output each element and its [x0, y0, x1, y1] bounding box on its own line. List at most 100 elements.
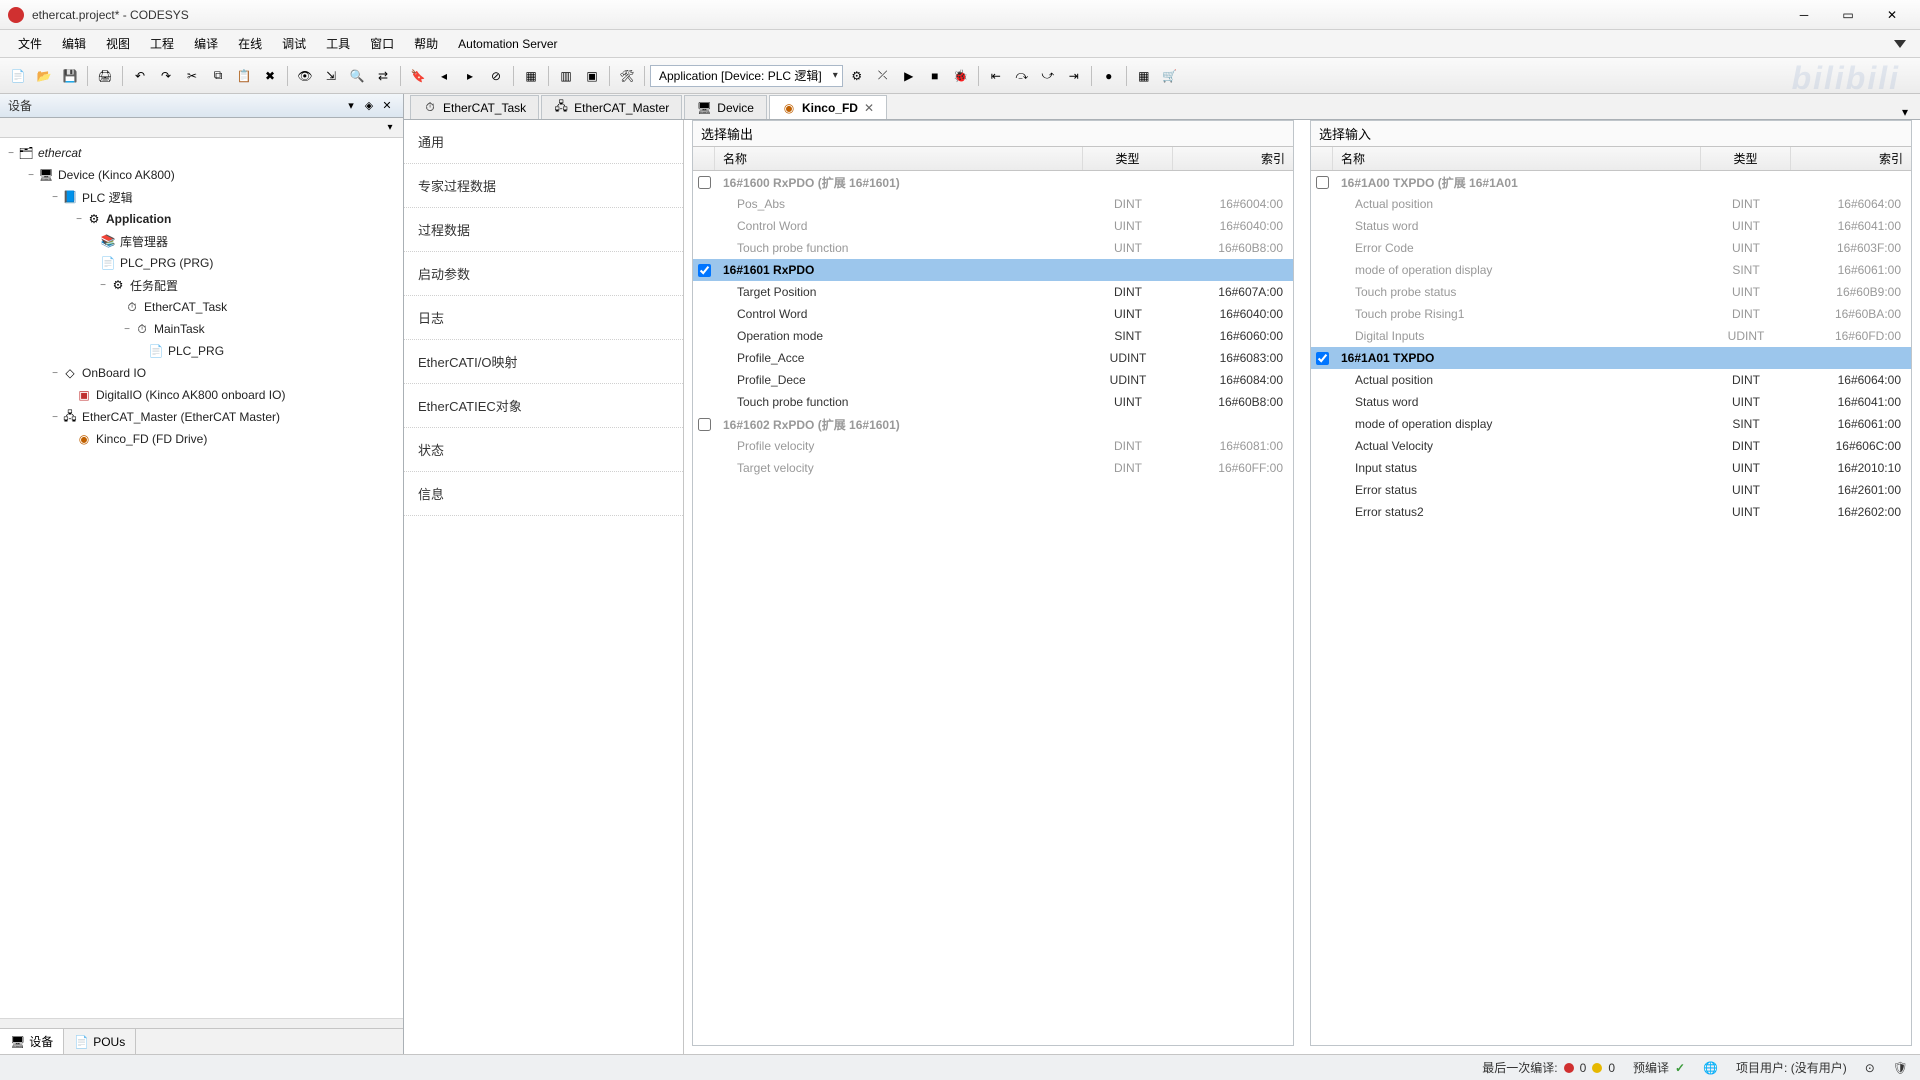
pdo-entry-row[interactable]: Error CodeUINT16#603F:00 [1311, 237, 1911, 259]
logout-icon[interactable]: ⤫ [871, 64, 895, 88]
menu-edit[interactable]: 编辑 [52, 31, 96, 56]
tabs-overflow-icon[interactable]: ▾ [1896, 105, 1914, 119]
nav-expert-process-data[interactable]: 专家过程数据 [404, 164, 683, 208]
pdo-entry-row[interactable]: Target velocityDINT16#60FF:00 [693, 457, 1293, 479]
tree-digital-io[interactable]: ▣DigitalIO (Kinco AK800 onboard IO) [0, 384, 403, 406]
tree-lib-manager[interactable]: 📚库管理器 [0, 230, 403, 252]
menu-file[interactable]: 文件 [8, 31, 52, 56]
input-col-name[interactable]: 名称 [1333, 147, 1701, 170]
pdo-entry-row[interactable]: Touch probe functionUINT16#60B8:00 [693, 237, 1293, 259]
pdo-entry-row[interactable]: Input statusUINT16#2010:10 [1311, 457, 1911, 479]
build-icon[interactable]: 🛠 [615, 64, 639, 88]
input-grid[interactable]: 16#1A00 TXPDO (扩展 16#1A01Actual position… [1311, 171, 1911, 1045]
devices-tab[interactable]: 🖥设备 [0, 1029, 64, 1054]
nav-startup-params[interactable]: 启动参数 [404, 252, 683, 296]
save-icon[interactable]: 💾 [58, 64, 82, 88]
tree-plc-prg-pou[interactable]: 📄PLC_PRG (PRG) [0, 252, 403, 274]
pdo-entry-row[interactable]: Error status2UINT16#2602:00 [1311, 501, 1911, 523]
tab-device[interactable]: 🖥Device [684, 95, 767, 119]
menu-build[interactable]: 编译 [184, 31, 228, 56]
find-all-icon[interactable]: 🔍 [345, 64, 369, 88]
nav-status[interactable]: 状态 [404, 428, 683, 472]
tree-onboard-io[interactable]: −◇OnBoard IO [0, 362, 403, 384]
new-icon[interactable]: 📄 [6, 64, 30, 88]
pdo-entry-row[interactable]: Status wordUINT16#6041:00 [1311, 215, 1911, 237]
pdo-entry-row[interactable]: Profile_DeceUDINT16#6084:00 [693, 369, 1293, 391]
status-tool-a[interactable]: ⊙ [1865, 1061, 1875, 1075]
menu-tools[interactable]: 工具 [316, 31, 360, 56]
close-button[interactable]: ✕ [1872, 3, 1912, 27]
bookmark-next-icon[interactable]: ▸ [458, 64, 482, 88]
nav-general[interactable]: 通用 [404, 120, 683, 164]
tree-ethercat-master[interactable]: −🖧EtherCAT_Master (EtherCAT Master) [0, 406, 403, 428]
nav-process-data[interactable]: 过程数据 [404, 208, 683, 252]
tree-application[interactable]: −⚙Application [0, 208, 403, 230]
cut-icon[interactable]: ✂ [180, 64, 204, 88]
input-col-index[interactable]: 索引 [1791, 147, 1911, 170]
tree-dropdown-icon[interactable]: ▾ [381, 122, 399, 133]
pdo-entry-row[interactable]: Error statusUINT16#2601:00 [1311, 479, 1911, 501]
output-col-type[interactable]: 类型 [1083, 147, 1173, 170]
pdo-checkbox[interactable] [698, 176, 711, 189]
find-next-icon[interactable]: ⇲ [319, 64, 343, 88]
panel-pin-icon[interactable]: ◈ [361, 98, 377, 114]
replace-icon[interactable]: ⇄ [371, 64, 395, 88]
breakpoint-icon[interactable]: ● [1097, 64, 1121, 88]
pdo-entry-row[interactable]: Operation modeSINT16#6060:00 [693, 325, 1293, 347]
tab-ethercat-task[interactable]: ⏱EtherCAT_Task [410, 95, 539, 119]
pdo-entry-row[interactable]: Pos_AbsDINT16#6004:00 [693, 193, 1293, 215]
tree-ethercat-task[interactable]: ⏱EtherCAT_Task [0, 296, 403, 318]
tree-root[interactable]: −🗂ethercat [0, 142, 403, 164]
menu-online[interactable]: 在线 [228, 31, 272, 56]
pdo-entry-row[interactable]: Profile velocityDINT16#6081:00 [693, 435, 1293, 457]
menu-window[interactable]: 窗口 [360, 31, 404, 56]
status-globe[interactable]: 🌐 [1703, 1061, 1718, 1075]
pdo-entry-row[interactable]: Touch probe functionUINT16#60B8:00 [693, 391, 1293, 413]
status-tool-b[interactable]: 🛡 [1893, 1061, 1908, 1075]
pdo-entry-row[interactable]: Profile_AcceUDINT16#6083:00 [693, 347, 1293, 369]
tool-a-icon[interactable]: ▦ [1132, 64, 1156, 88]
pdo-entry-row[interactable]: Control WordUINT16#6040:00 [693, 303, 1293, 325]
tab-kinco-fd[interactable]: ◉Kinco_FD✕ [769, 95, 887, 119]
nav-iec-objects[interactable]: EtherCATIEC对象 [404, 384, 683, 428]
pdo-entry-row[interactable]: Actual positionDINT16#6064:00 [1311, 369, 1911, 391]
pdo-group-row[interactable]: 16#1601 RxPDO [693, 259, 1293, 281]
panel-close-icon[interactable]: ✕ [379, 98, 395, 114]
bookmark-clear-icon[interactable]: ⊘ [484, 64, 508, 88]
nav-info[interactable]: 信息 [404, 472, 683, 516]
tool-b-icon[interactable]: 🛒 [1158, 64, 1182, 88]
output-grid[interactable]: 16#1600 RxPDO (扩展 16#1601)Pos_AbsDINT16#… [693, 171, 1293, 1045]
active-application-combo[interactable]: Application [Device: PLC 逻辑] [650, 65, 843, 87]
menu-debug[interactable]: 调试 [272, 31, 316, 56]
pdo-entry-row[interactable]: mode of operation displaySINT16#6061:00 [1311, 259, 1911, 281]
start-icon[interactable]: ▶ [897, 64, 921, 88]
tree-task-config[interactable]: −⚙任务配置 [0, 274, 403, 296]
menu-overflow-icon[interactable] [1894, 40, 1906, 48]
bookmark-icon[interactable]: 🔖 [406, 64, 430, 88]
tab-ethercat-master[interactable]: 🖧EtherCAT_Master [541, 95, 682, 119]
print-icon[interactable]: 🖨 [93, 64, 117, 88]
delete-icon[interactable]: ✖ [258, 64, 282, 88]
step-into-icon[interactable]: ⇤ [984, 64, 1008, 88]
tree-plc-logic[interactable]: −📘PLC 逻辑 [0, 186, 403, 208]
pdo-checkbox[interactable] [698, 264, 711, 277]
nav-io-mapping[interactable]: EtherCATI/O映射 [404, 340, 683, 384]
output-col-name[interactable]: 名称 [715, 147, 1083, 170]
bookmark-prev-icon[interactable]: ◂ [432, 64, 456, 88]
pdo-checkbox[interactable] [1316, 176, 1329, 189]
tree-kinco-fd[interactable]: ◉Kinco_FD (FD Drive) [0, 428, 403, 450]
copy-icon[interactable]: ⧉ [206, 64, 230, 88]
pdo-group-row[interactable]: 16#1600 RxPDO (扩展 16#1601) [693, 171, 1293, 193]
pdo-group-row[interactable]: 16#1602 RxPDO (扩展 16#1601) [693, 413, 1293, 435]
pdo-checkbox[interactable] [1316, 352, 1329, 365]
pdo-entry-row[interactable]: Digital InputsUDINT16#60FD:00 [1311, 325, 1911, 347]
tab-close-icon[interactable]: ✕ [864, 101, 874, 115]
step-out-icon[interactable]: ⤻ [1036, 64, 1060, 88]
pdo-entry-row[interactable]: Actual VelocityDINT16#606C:00 [1311, 435, 1911, 457]
pous-tab[interactable]: 📄POUs [64, 1029, 136, 1054]
pdo-entry-row[interactable]: Touch probe Rising1DINT16#60BA:00 [1311, 303, 1911, 325]
open-icon[interactable]: 📂 [32, 64, 56, 88]
new-pou-icon[interactable]: ▥ [554, 64, 578, 88]
login-icon[interactable]: ⚙ [845, 64, 869, 88]
menu-project[interactable]: 工程 [140, 31, 184, 56]
